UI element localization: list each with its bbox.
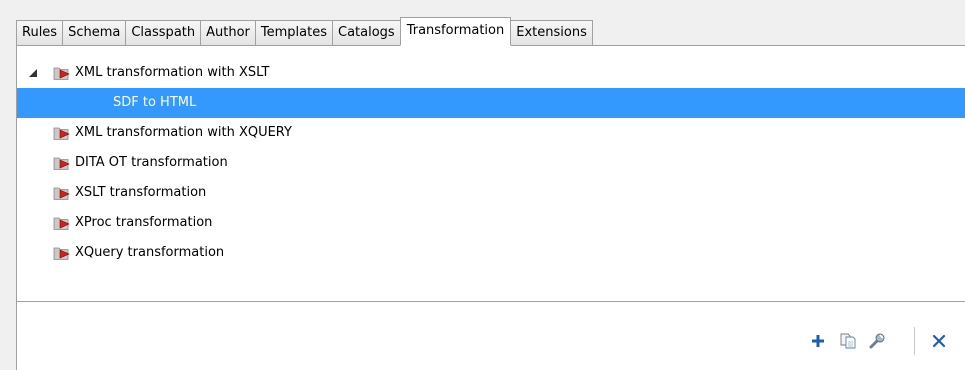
folder-scenario-icon	[53, 187, 70, 200]
copy-button[interactable]	[837, 330, 859, 352]
tree-item-label: XML transformation with XQUERY	[75, 125, 292, 140]
tab-rules[interactable]: Rules	[16, 20, 63, 46]
add-icon	[812, 335, 824, 347]
edit-button[interactable]	[866, 330, 888, 352]
tree-item-sdf-to-html[interactable]: SDF to HTML	[17, 88, 965, 118]
folder-scenario-icon	[53, 247, 70, 260]
edit-icon	[869, 333, 885, 349]
toolbar	[17, 302, 965, 370]
folder-scenario-icon	[53, 157, 70, 170]
add-button[interactable]	[807, 330, 829, 352]
tab-extensions[interactable]: Extensions	[511, 20, 593, 46]
tab-catalogs[interactable]: Catalogs	[332, 20, 400, 46]
folder-scenario-icon	[53, 127, 70, 140]
tab-transformation[interactable]: Transformation	[399, 17, 512, 46]
tab-schema[interactable]: Schema	[62, 20, 126, 46]
tree-item-label: XProc transformation	[75, 215, 213, 230]
remove-button[interactable]	[928, 330, 950, 352]
tree-item-label: XSLT transformation	[75, 185, 207, 200]
tab-author[interactable]: Author	[200, 20, 255, 46]
tree-item-xquery[interactable]: XQuery transformation	[17, 238, 965, 268]
tree-item-dita-ot[interactable]: DITA OT transformation	[17, 148, 965, 178]
tree-item-label: XQuery transformation	[75, 245, 225, 260]
tree-item-label: DITA OT transformation	[75, 155, 228, 170]
folder-scenario-icon	[53, 67, 70, 80]
copy-icon	[840, 333, 856, 349]
expand-triangle-icon[interactable]	[29, 69, 37, 77]
tree-item-xml-xslt[interactable]: XML transformation with XSLT	[17, 58, 965, 88]
toolbar-separator	[914, 327, 915, 355]
tree-item-xml-xquery[interactable]: XML transformation with XQUERY	[17, 118, 965, 148]
tab-templates[interactable]: Templates	[254, 20, 332, 46]
transformation-panel: XML transformation with XSLT SDF to HTML…	[16, 45, 965, 370]
scenario-tree: XML transformation with XSLT SDF to HTML…	[17, 46, 965, 302]
tree-item-xproc[interactable]: XProc transformation	[17, 208, 965, 238]
tab-classpath[interactable]: Classpath	[125, 20, 201, 46]
tab-bar: Rules Schema Classpath Author Templates …	[16, 17, 593, 46]
tree-item-label: SDF to HTML	[113, 95, 197, 110]
remove-icon	[932, 334, 946, 348]
folder-scenario-icon	[53, 217, 70, 230]
tree-item-xslt[interactable]: XSLT transformation	[17, 178, 965, 208]
tree-item-label: XML transformation with XSLT	[75, 65, 270, 80]
